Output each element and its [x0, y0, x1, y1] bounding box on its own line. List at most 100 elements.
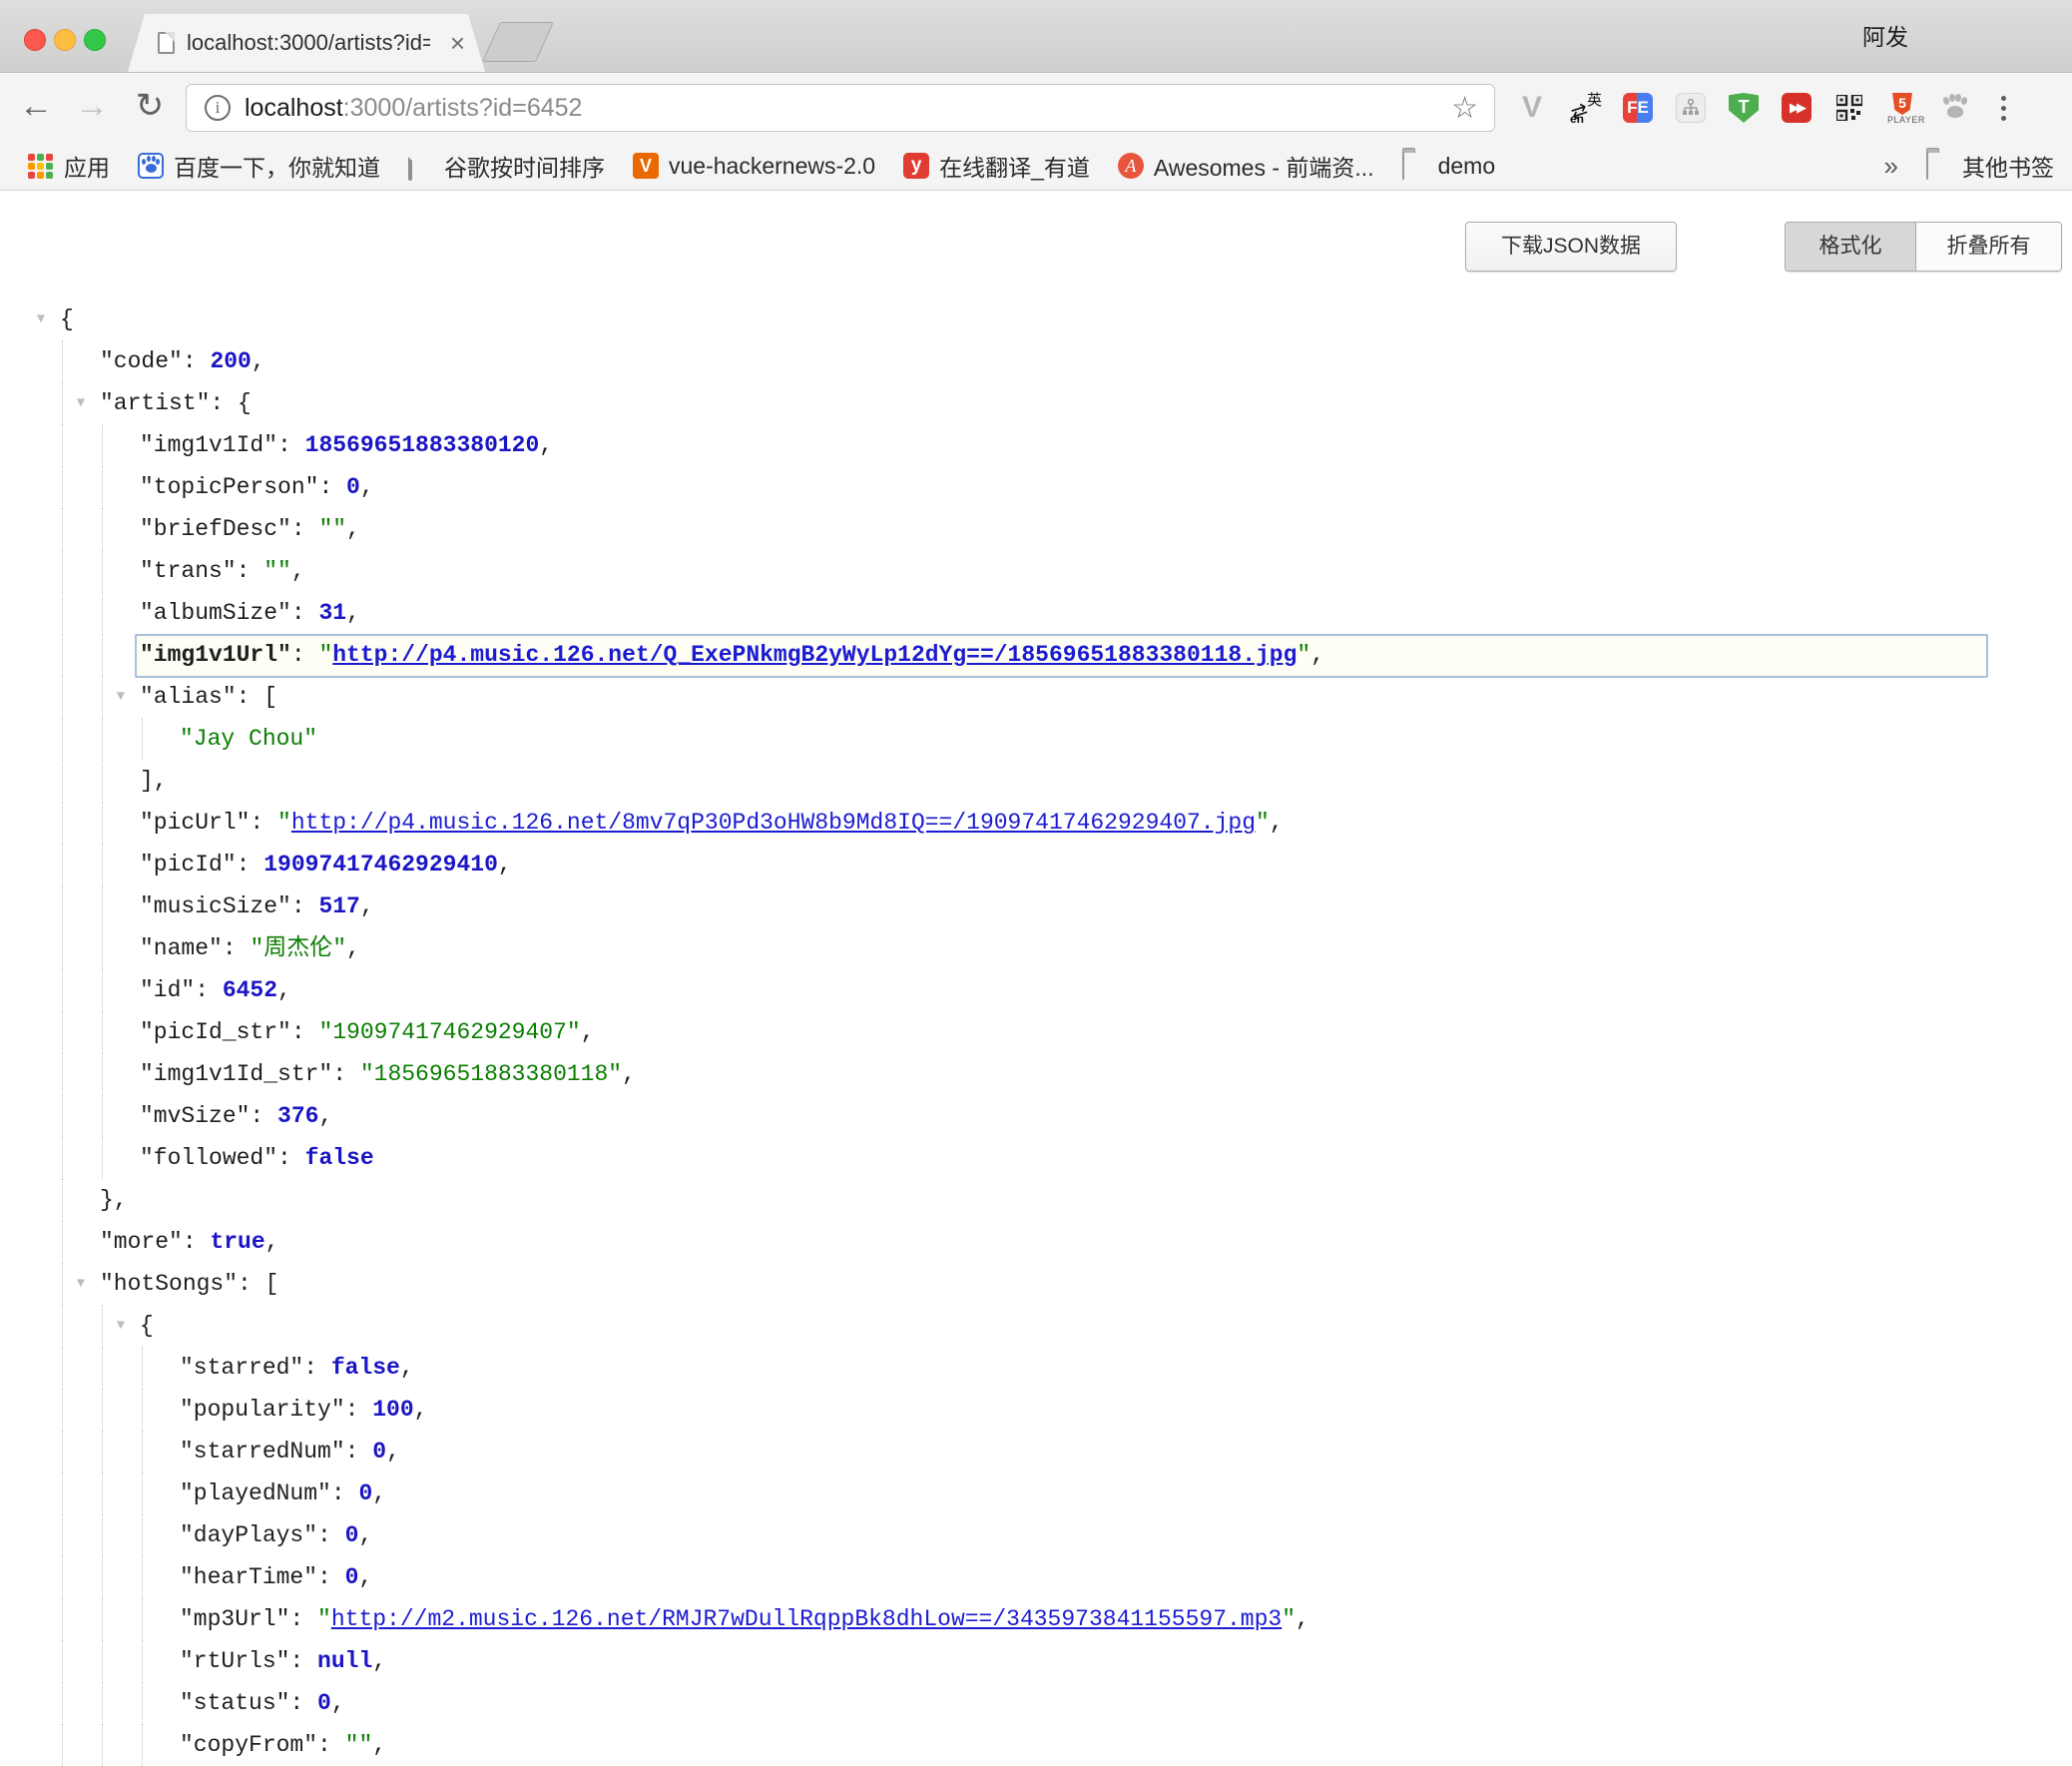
json-key: "name"	[140, 935, 223, 961]
bookmark-item-baidu[interactable]: 百度一下，你就知道	[138, 149, 380, 183]
json-punctuation: :	[303, 1355, 331, 1381]
url-text[interactable]: localhost:3000/artists?id=6452	[245, 94, 582, 123]
indent-guide	[102, 424, 103, 466]
bookmark-item-vue-hackernews[interactable]: V vue-hackernews-2.0	[633, 153, 875, 180]
indent-guide	[62, 508, 63, 550]
json-punctuation: :	[238, 1271, 265, 1297]
indent-guide	[102, 508, 103, 550]
json-value: 0	[345, 1564, 359, 1590]
collapse-arrow-icon[interactable]: ▼	[111, 676, 131, 718]
json-row: "picUrl": "http://p4.music.126.net/8mv7q…	[0, 802, 2072, 844]
json-punctuation: ,	[277, 977, 291, 1003]
back-button[interactable]: ←	[14, 73, 58, 143]
sitemap-extension-icon[interactable]	[1676, 93, 1706, 123]
browser-menu-button[interactable]	[1993, 93, 2013, 123]
indent-guide	[102, 1137, 103, 1179]
page-info-icon[interactable]: i	[205, 95, 231, 121]
fe-helper-extension-icon[interactable]: FE	[1623, 93, 1653, 123]
json-row: "copyFrom": "",	[0, 1724, 2072, 1766]
json-row: "popularity": 100,	[0, 1389, 2072, 1431]
html5-player-extension-icon[interactable]: 5s PLAYER	[1887, 93, 1917, 123]
json-punctuation: ,	[1295, 1606, 1309, 1632]
json-punctuation: :	[289, 1648, 317, 1674]
json-key: "hotSongs"	[100, 1271, 238, 1297]
translate-extension-icon[interactable]: ⇄ 英 en	[1570, 93, 1600, 123]
reload-button[interactable]: ↻	[128, 73, 172, 143]
qr-code-extension-icon[interactable]	[1834, 93, 1864, 123]
zoom-window-button[interactable]	[84, 29, 106, 51]
indent-guide	[142, 1389, 143, 1431]
collapse-arrow-icon[interactable]: ▼	[71, 382, 91, 424]
json-punctuation: ],	[140, 768, 168, 794]
collapse-arrow-icon[interactable]: ▼	[111, 1305, 131, 1347]
profile-name[interactable]: 阿发	[1862, 18, 1908, 52]
bookmark-item-apps[interactable]: 应用	[28, 149, 110, 183]
collapse-arrow-icon[interactable]: ▼	[71, 1263, 91, 1305]
json-punctuation: ,	[360, 474, 374, 500]
video-downloader-extension-icon[interactable]: ▶▶	[1782, 93, 1812, 123]
bookmark-label: Awesomes - 前端资...	[1154, 149, 1374, 183]
minimize-window-button[interactable]	[54, 29, 76, 51]
bookmark-item-awesomes[interactable]: A Awesomes - 前端资...	[1118, 149, 1374, 183]
indent-guide	[102, 676, 103, 718]
json-row: "albumSize": 31,	[0, 592, 2072, 634]
json-punctuation: :	[237, 558, 264, 584]
forward-button[interactable]: →	[70, 73, 114, 143]
bookmark-item-demo[interactable]: demo	[1402, 153, 1496, 180]
json-key: "img1v1Id_str"	[140, 1061, 332, 1087]
json-row: ▼"hotSongs": [	[0, 1263, 2072, 1305]
download-json-button[interactable]: 下载JSON数据	[1465, 222, 1677, 272]
indent-guide	[102, 550, 103, 592]
json-punctuation: ,	[372, 1648, 386, 1674]
json-punctuation: :	[317, 1522, 345, 1548]
tab-close-icon[interactable]: ×	[450, 14, 465, 72]
close-window-button[interactable]	[24, 29, 46, 51]
vue-devtools-extension-icon[interactable]: V	[1517, 93, 1547, 123]
url-path: :3000/artists?id=6452	[343, 94, 583, 122]
json-row: "id": 6452,	[0, 969, 2072, 1011]
json-punctuation: ,	[498, 852, 512, 878]
json-key: "img1v1Id"	[140, 432, 277, 458]
indent-guide	[102, 1682, 103, 1724]
bookmark-label: 在线翻译_有道	[939, 149, 1090, 183]
json-row: ▼{	[0, 298, 2072, 340]
json-punctuation: :	[291, 1019, 319, 1045]
indent-guide	[62, 1556, 63, 1598]
other-bookmarks-folder[interactable]: 其他书签	[1926, 149, 2054, 183]
indent-guide	[62, 885, 63, 927]
vue-icon: V	[633, 153, 659, 179]
paw-extension-icon[interactable]	[1940, 93, 1970, 123]
bookmark-star-icon[interactable]: ☆	[1451, 91, 1478, 126]
format-button[interactable]: 格式化	[1786, 223, 1916, 271]
json-punctuation: :	[317, 1732, 345, 1758]
bookmark-item-youdao[interactable]: y 在线翻译_有道	[903, 149, 1090, 183]
json-row: "picId": 19097417462929410,	[0, 844, 2072, 885]
tampermonkey-extension-icon[interactable]: T	[1729, 93, 1759, 123]
json-value: 0	[317, 1690, 331, 1716]
indent-guide	[62, 1053, 63, 1095]
bookmark-item-google-sort[interactable]: 谷歌按时间排序	[408, 149, 605, 183]
json-punctuation: :	[291, 600, 319, 626]
collapse-arrow-icon[interactable]: ▼	[31, 298, 51, 340]
json-row: "code": 200,	[0, 340, 2072, 382]
json-link[interactable]: http://m2.music.126.net/RMJR7wDullRqppBk…	[331, 1606, 1282, 1632]
address-bar[interactable]: i localhost:3000/artists?id=6452 ☆	[186, 84, 1495, 132]
json-value: ""	[318, 516, 346, 542]
json-punctuation: ,	[539, 432, 553, 458]
json-punctuation: :	[237, 852, 264, 878]
indent-guide	[102, 1556, 103, 1598]
browser-tab[interactable]: localhost:3000/artists?id=6452 ×	[128, 14, 485, 72]
json-punctuation: ,	[386, 1439, 400, 1465]
baidu-paw-icon	[138, 153, 164, 179]
json-value: 0	[346, 474, 360, 500]
json-punctuation: ,	[331, 1690, 345, 1716]
indent-guide	[62, 802, 63, 844]
json-link[interactable]: http://p4.music.126.net/Q_ExePNkmgB2yWyL…	[332, 642, 1296, 668]
collapse-all-button[interactable]: 折叠所有	[1916, 223, 2061, 271]
json-quote: "	[277, 810, 291, 836]
new-tab-button[interactable]	[482, 22, 554, 62]
indent-guide	[142, 1472, 143, 1514]
json-link[interactable]: http://p4.music.126.net/8mv7qP30Pd3oHW8b…	[291, 810, 1256, 836]
indent-guide	[62, 927, 63, 969]
bookmarks-overflow-chevron-icon[interactable]: »	[1884, 151, 1898, 182]
